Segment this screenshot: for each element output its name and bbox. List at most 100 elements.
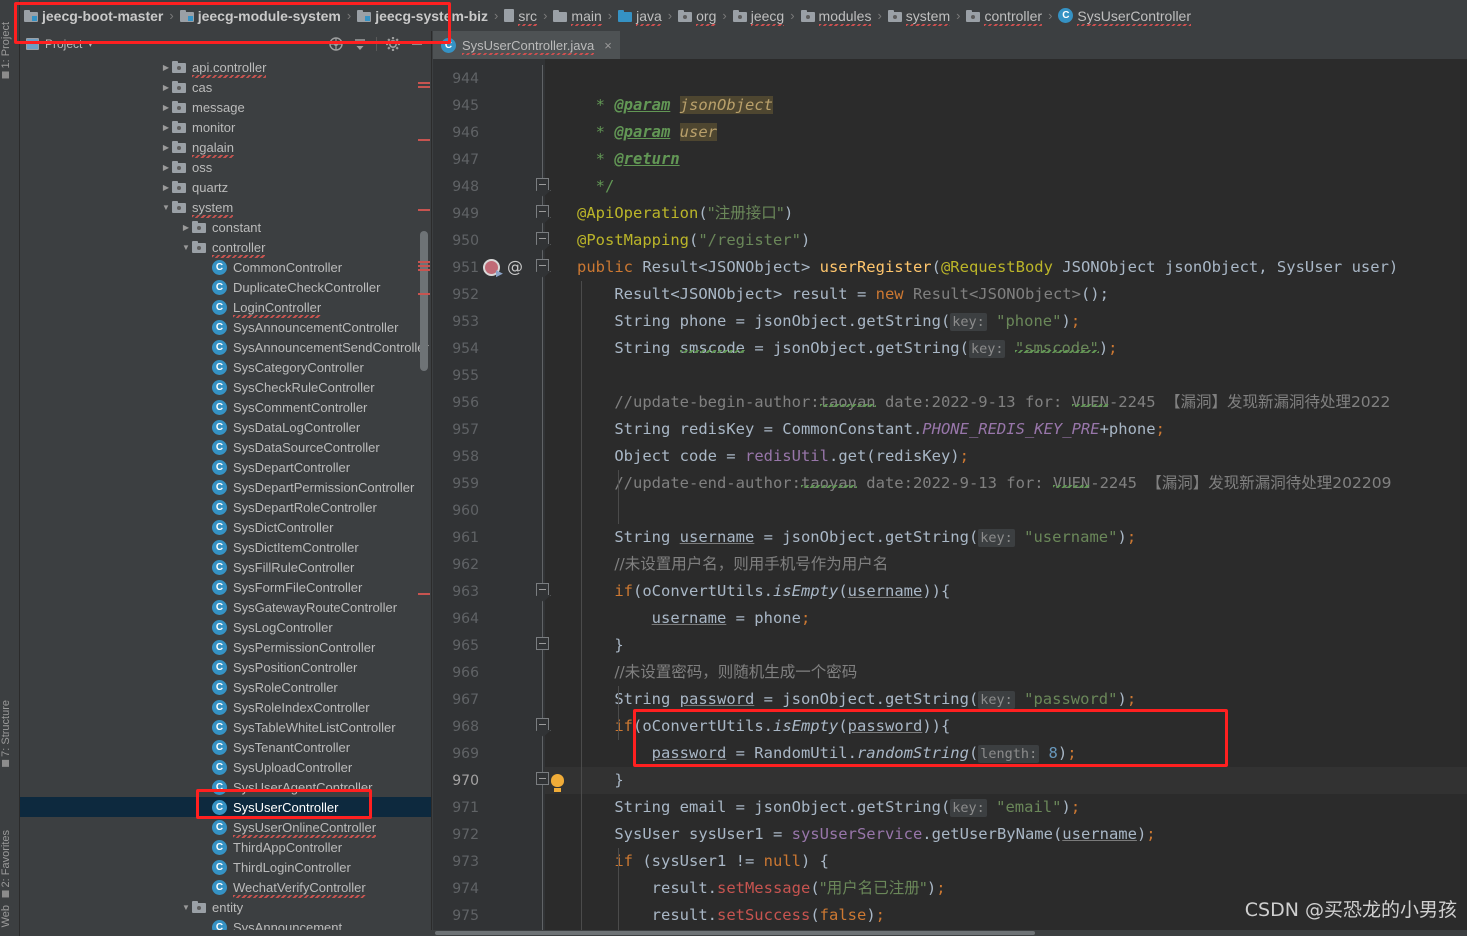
tree-item[interactable]: C SysCategoryController [20, 357, 431, 377]
code-line[interactable]: String password = jsonObject.getString(k… [577, 686, 1136, 713]
tree-item[interactable]: C SysUploadController [20, 757, 431, 777]
code-line[interactable]: String phone = jsonObject.getString(key:… [577, 308, 1080, 335]
chevron-down-icon[interactable]: ▼ [180, 243, 192, 252]
chevron-right-icon[interactable]: ▶ [160, 103, 172, 112]
breadcrumb-item-jeecg[interactable]: jeecg [732, 8, 785, 26]
tree-item[interactable]: ▶ ngalain [20, 137, 431, 158]
code-line[interactable]: * @return [577, 146, 680, 173]
breadcrumb-item-modules[interactable]: modules [800, 8, 871, 26]
code-line[interactable]: if(oConvertUtils.isEmpty(password)){ [577, 713, 950, 740]
tree-item[interactable]: ▶ oss [20, 157, 431, 177]
hide-panel-icon[interactable] [409, 36, 425, 52]
tree-item[interactable]: ▼ system [20, 197, 431, 218]
tree-item[interactable]: C SysFillRuleController [20, 557, 431, 577]
code-line[interactable]: //update-end-author:taoyan date:2022-9-1… [577, 470, 1391, 497]
tree-item[interactable]: C DuplicateCheckController [20, 277, 431, 297]
code-line[interactable]: //update-begin-author:taoyan date:2022-9… [577, 389, 1390, 416]
code-line[interactable]: password = RandomUtil.randomString(lengt… [577, 740, 1077, 767]
tree-item[interactable]: C SysDictController [20, 517, 431, 537]
chevron-right-icon[interactable]: ▶ [160, 163, 172, 172]
code-line[interactable]: */ [577, 173, 615, 200]
tool-window-button-web[interactable]: Web [0, 905, 20, 927]
tree-item[interactable]: ▶ api.controller [20, 57, 431, 78]
collapse-all-icon[interactable] [352, 36, 368, 52]
tree-item[interactable]: C SysAnnouncementController [20, 317, 431, 337]
tree-item[interactable]: C SysDepartRoleController [20, 497, 431, 517]
tree-item[interactable]: ▶ message [20, 97, 431, 117]
tree-item[interactable]: C CommonController [20, 257, 431, 277]
tree-item[interactable]: C SysUserOnlineController [20, 817, 431, 838]
tree-item[interactable]: C SysFormFileController [20, 577, 431, 597]
code-line[interactable]: } [577, 767, 1467, 794]
tree-item[interactable]: C SysLogController [20, 617, 431, 637]
project-tree-hscrollbar[interactable] [20, 930, 432, 936]
code-line[interactable]: if (sysUser1 != null) { [577, 848, 829, 875]
close-icon[interactable]: × [604, 38, 612, 53]
code-line[interactable]: result.setMessage("用户名已注册"); [577, 875, 946, 902]
tree-item[interactable]: C SysDepartPermissionController [20, 477, 431, 497]
breadcrumb-item-main[interactable]: main [553, 8, 603, 26]
tree-item[interactable]: C SysTableWhiteListController [20, 717, 431, 737]
breadcrumb-item-controller[interactable]: controller [966, 8, 1042, 26]
code-line[interactable]: } [577, 632, 623, 659]
tool-window-button-structure[interactable]: 7: Structure [0, 700, 20, 767]
tree-item[interactable]: C SysPositionController [20, 657, 431, 677]
chevron-right-icon[interactable]: ▶ [160, 123, 172, 132]
tree-item[interactable]: C WechatVerifyController [20, 877, 431, 898]
code-line[interactable]: @ApiOperation("注册接口") [577, 200, 793, 227]
breadcrumb-item-org[interactable]: org [678, 8, 717, 26]
tree-item[interactable]: C SysDataLogController [20, 417, 431, 437]
tree-item[interactable]: C SysUserAgentController [20, 777, 431, 797]
tree-item-selected[interactable]: C SysUserController [20, 797, 431, 817]
editor-code-area[interactable]: * @param jsonObject * @param user * @ret… [545, 59, 1467, 930]
chevron-right-icon[interactable]: ▶ [160, 183, 172, 192]
tree-item[interactable]: C SysCommentController [20, 397, 431, 417]
tree-item[interactable]: C SysCheckRuleController [20, 377, 431, 397]
code-line[interactable]: * @param user [577, 119, 717, 146]
chevron-down-icon[interactable]: ▾ [88, 40, 92, 49]
settings-gear-icon[interactable] [385, 36, 401, 52]
breadcrumb-item-jeecg-module-system[interactable]: jeecg-module-system [179, 8, 341, 24]
code-line[interactable]: //未设置用户名，则用手机号作为用户名 [577, 551, 888, 578]
tree-item[interactable]: C SysPermissionController [20, 637, 431, 657]
breadcrumb[interactable]: jeecg-boot-master › jeecg-module-system › je… [20, 0, 1467, 31]
editor-tab-sysusercontroller[interactable]: C SysUserController.java × [433, 31, 620, 59]
code-line[interactable]: @PostMapping("/register") [577, 227, 810, 254]
code-line[interactable]: Object code = redisUtil.get(redisKey); [577, 443, 969, 470]
code-line[interactable]: String redisKey = CommonConstant.PHONE_R… [577, 416, 1165, 443]
tree-item[interactable]: ▶ quartz [20, 177, 431, 197]
code-line[interactable]: String smscode = jsonObject.getString(ke… [577, 335, 1118, 362]
implementing-method-icon[interactable] [483, 259, 503, 279]
annotation-at-icon[interactable]: @ [507, 257, 523, 276]
breadcrumb-item-src[interactable]: src [504, 8, 537, 26]
tree-item[interactable]: ▼ entity [20, 897, 431, 917]
code-line[interactable]: public Result<JSONObject> userRegister(@… [577, 254, 1398, 281]
tree-item[interactable]: C SysRoleIndexController [20, 697, 431, 717]
chevron-down-icon[interactable]: ▼ [160, 203, 172, 212]
tree-item[interactable]: C SysAnnouncementSendController [20, 337, 431, 357]
tree-item[interactable]: C SysGatewayRouteController [20, 597, 431, 617]
chevron-right-icon[interactable]: ▶ [180, 223, 192, 232]
locate-icon[interactable] [328, 36, 344, 52]
code-line[interactable]: result.setSuccess(false); [577, 902, 885, 929]
code-line[interactable]: if(oConvertUtils.isEmpty(username)){ [577, 578, 950, 605]
tool-window-button-project[interactable]: 1: Project [0, 22, 20, 79]
code-line[interactable]: //未设置密码，则随机生成一个密码 [577, 659, 857, 686]
breadcrumb-item-system[interactable]: system [887, 8, 951, 26]
tree-item[interactable]: C ThirdAppController [20, 837, 431, 857]
tool-window-button-favorites[interactable]: 2: Favorites [0, 830, 20, 898]
chevron-down-icon[interactable]: ▼ [180, 903, 192, 912]
code-line[interactable]: username = phone; [577, 605, 811, 632]
code-editor[interactable]: 944 945 946 947 948 949 950 951 @952 953 954 955 956… [433, 59, 1467, 930]
project-tree-scrollbar[interactable] [420, 231, 428, 371]
tree-item[interactable]: C ThirdLoginController [20, 857, 431, 877]
editor-gutter[interactable]: 944 945 946 947 948 949 950 951 @952 953 954 955 956… [433, 59, 549, 930]
tree-item[interactable]: C SysDepartController [20, 457, 431, 477]
chevron-right-icon[interactable]: ▶ [160, 143, 172, 152]
tree-item[interactable]: C SysDictItemController [20, 537, 431, 557]
breadcrumb-item-jeecg-system-biz[interactable]: jeecg-system-biz [357, 8, 488, 24]
chevron-right-icon[interactable]: ▶ [160, 83, 172, 92]
intention-bulb-icon[interactable] [551, 774, 564, 790]
tree-item[interactable]: C SysTenantController [20, 737, 431, 757]
code-line[interactable]: * @param jsonObject [577, 92, 773, 119]
